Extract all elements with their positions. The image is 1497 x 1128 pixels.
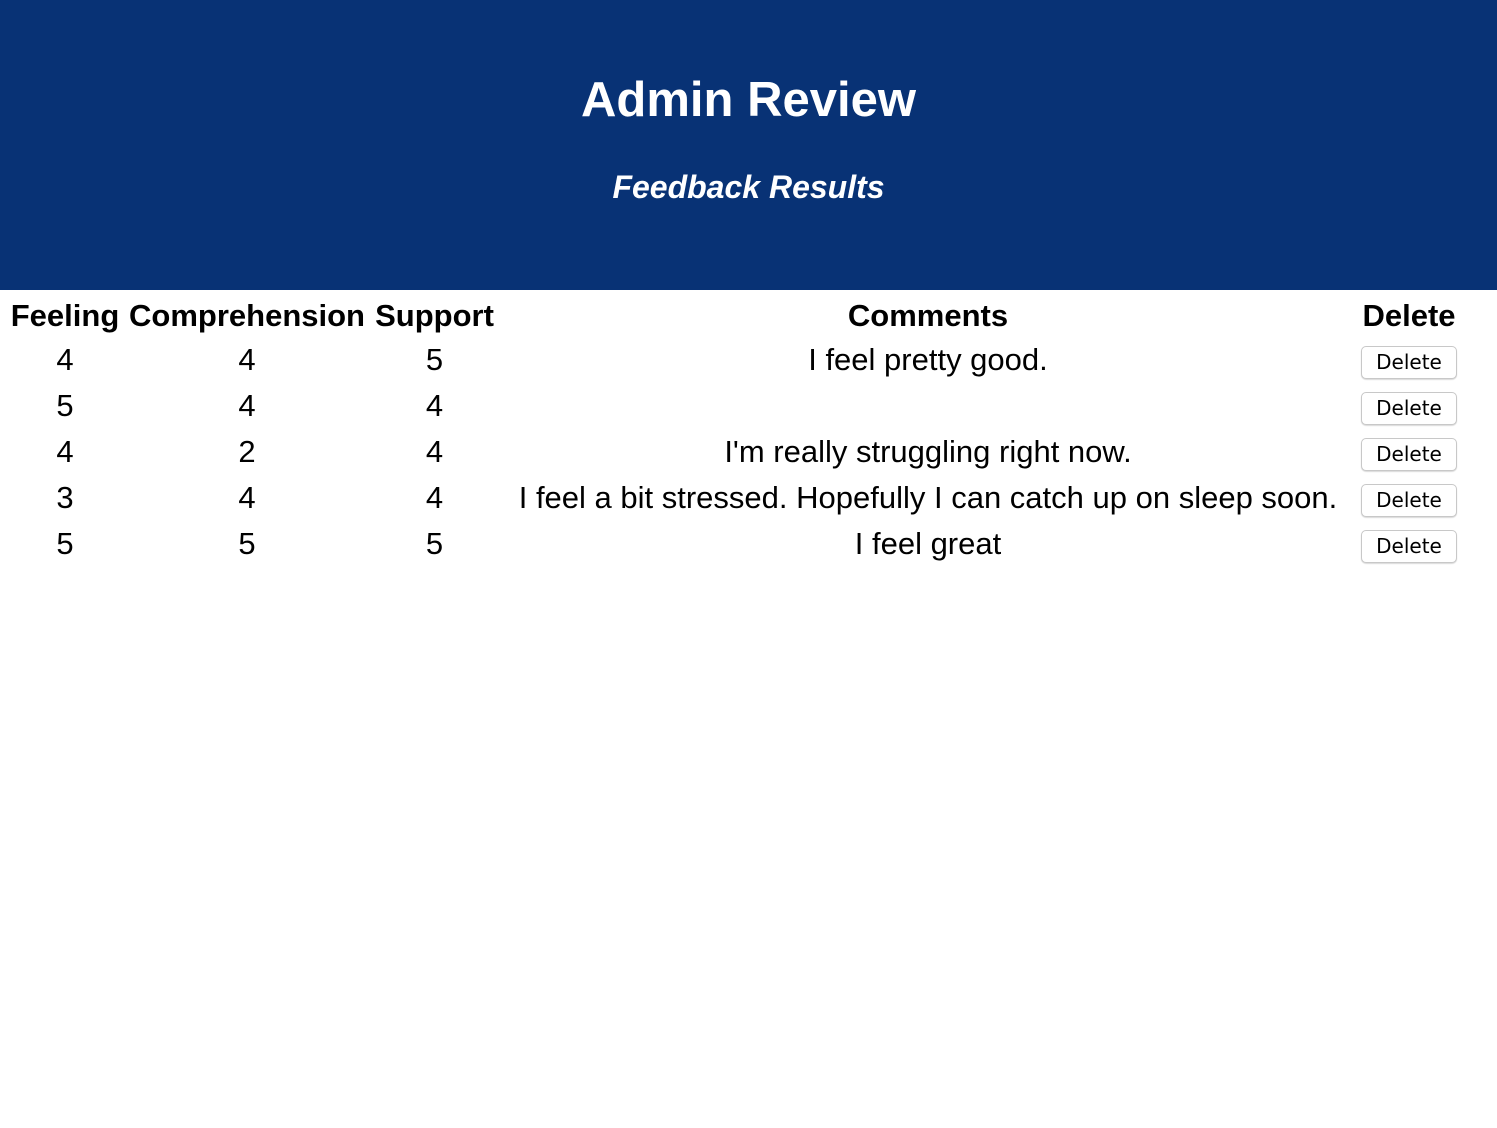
table-row: 4 2 4 I'm really struggling right now. D… (7, 430, 1460, 474)
column-header-comments: Comments (847, 298, 1009, 333)
cell-support: 4 (425, 480, 444, 515)
cell-feeling: 5 (56, 388, 74, 423)
table-row: 5 4 4 Delete (7, 384, 1460, 428)
page-subtitle: Feedback Results (612, 169, 885, 205)
page-title: Admin Review (581, 73, 916, 127)
cell-delete: Delete (1358, 476, 1460, 520)
cell-comprehension: 5 (238, 526, 256, 561)
table-row: 4 4 5 I feel pretty good. Delete (7, 338, 1460, 382)
delete-button[interactable]: Delete (1361, 530, 1457, 563)
cell-comprehension: 4 (238, 388, 256, 423)
cell-support: 4 (425, 434, 444, 469)
delete-button[interactable]: Delete (1361, 392, 1457, 425)
cell-comments: I feel pretty good. (808, 342, 1048, 377)
column-header-support: Support (375, 298, 494, 333)
column-header-delete: Delete (1362, 298, 1456, 333)
cell-feeling: 5 (56, 526, 74, 561)
cell-support: 5 (425, 342, 444, 377)
table-row: 5 5 5 I feel great Delete (7, 522, 1460, 566)
feedback-table: Feeling Comprehension Support Comments D… (5, 294, 1462, 568)
cell-feeling: 4 (56, 434, 74, 469)
cell-feeling: 3 (56, 480, 74, 515)
cell-delete: Delete (1358, 384, 1460, 428)
cell-delete: Delete (1358, 338, 1460, 382)
cell-comments (500, 384, 1356, 428)
column-header-feeling: Feeling (10, 298, 120, 333)
cell-comprehension: 4 (238, 480, 256, 515)
cell-delete: Delete (1358, 522, 1460, 566)
cell-comments: I'm really struggling right now. (724, 434, 1132, 469)
table-header-row: Feeling Comprehension Support Comments D… (7, 296, 1460, 336)
cell-comments: I feel great (854, 526, 1002, 561)
table-row: 3 4 4 I feel a bit stressed. Hopefully I… (7, 476, 1460, 520)
page-header: Admin Review Feedback Results (0, 0, 1497, 290)
column-header-comprehension: Comprehension (129, 298, 365, 333)
cell-comprehension: 2 (238, 434, 256, 469)
cell-support: 5 (425, 526, 444, 561)
delete-button[interactable]: Delete (1361, 346, 1457, 379)
cell-comprehension: 4 (238, 342, 256, 377)
cell-comments: I feel a bit stressed. Hopefully I can c… (518, 480, 1338, 515)
cell-support: 4 (425, 388, 444, 423)
delete-button[interactable]: Delete (1361, 484, 1457, 517)
delete-button[interactable]: Delete (1361, 438, 1457, 471)
cell-feeling: 4 (56, 342, 74, 377)
cell-delete: Delete (1358, 430, 1460, 474)
